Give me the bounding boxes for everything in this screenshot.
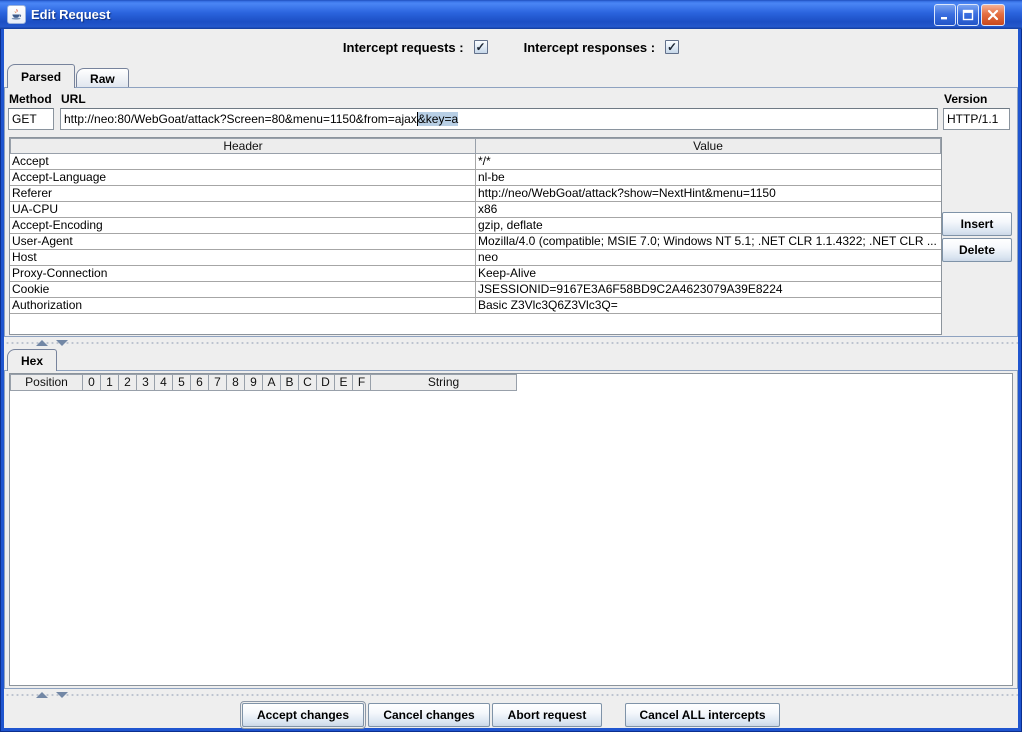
hex-col[interactable]: F	[352, 374, 371, 391]
header-value-cell[interactable]: nl-be	[476, 170, 941, 185]
hex-col[interactable]: E	[334, 374, 353, 391]
table-row[interactable]: UA-CPU x86	[10, 202, 941, 218]
header-name-cell[interactable]: Authorization	[10, 298, 476, 313]
intercept-responses-label: Intercept responses :	[524, 40, 656, 55]
header-name-cell[interactable]: Cookie	[10, 282, 476, 297]
hex-col-position[interactable]: Position	[10, 374, 83, 391]
collapse-down-icon[interactable]	[56, 340, 68, 346]
header-name-cell[interactable]: Referer	[10, 186, 476, 201]
table-row[interactable]: Accept-Language nl-be	[10, 170, 941, 186]
header-name-cell[interactable]: Accept-Language	[10, 170, 476, 185]
hex-col[interactable]: 3	[136, 374, 155, 391]
insert-button[interactable]: Insert	[942, 212, 1012, 236]
cancel-all-intercepts-button[interactable]: Cancel ALL intercepts	[625, 703, 780, 727]
edit-request-window: Edit Request Intercept requests : ✓ Inte…	[0, 0, 1022, 732]
request-view-tabs: Parsed Raw	[7, 64, 130, 88]
url-label: URL	[61, 92, 86, 106]
hex-col[interactable]: 7	[208, 374, 227, 391]
hex-col[interactable]: 1	[100, 374, 119, 391]
checkmark-icon: ✓	[667, 41, 677, 53]
headers-table: Header Value Accept */* Accept-Language …	[9, 137, 942, 335]
header-name-cell[interactable]: Accept-Encoding	[10, 218, 476, 233]
hex-col[interactable]: 5	[172, 374, 191, 391]
table-row[interactable]: User-Agent Mozilla/4.0 (compatible; MSIE…	[10, 234, 941, 250]
table-row[interactable]: Host neo	[10, 250, 941, 266]
dialog-content: Intercept requests : ✓ Intercept respons…	[4, 29, 1018, 728]
hex-col[interactable]: C	[298, 374, 317, 391]
hex-col[interactable]: 4	[154, 374, 173, 391]
table-row[interactable]: Authorization Basic Z3Vlc3Q6Z3Vlc3Q=	[10, 298, 941, 314]
table-row[interactable]: Cookie JSESSIONID=9167E3A6F58BD9C2A46230…	[10, 282, 941, 298]
version-field[interactable]: HTTP/1.1	[943, 108, 1010, 130]
method-label: Method	[9, 92, 52, 106]
intercept-responses-checkbox[interactable]: ✓	[665, 40, 679, 54]
header-value-cell[interactable]: gzip, deflate	[476, 218, 941, 233]
hex-col[interactable]: 0	[82, 374, 101, 391]
header-name-cell[interactable]: UA-CPU	[10, 202, 476, 217]
url-field[interactable]: http://neo:80/WebGoat/attack?Screen=80&m…	[60, 108, 938, 130]
header-value-cell[interactable]: Mozilla/4.0 (compatible; MSIE 7.0; Windo…	[476, 234, 941, 249]
java-coffee-icon	[7, 5, 26, 24]
accept-changes-button[interactable]: Accept changes	[242, 703, 364, 727]
collapse-down-icon[interactable]	[56, 692, 68, 698]
header-name-cell[interactable]: User-Agent	[10, 234, 476, 249]
tab-hex[interactable]: Hex	[7, 349, 57, 371]
header-name-cell[interactable]: Proxy-Connection	[10, 266, 476, 281]
abort-request-button[interactable]: Abort request	[492, 703, 602, 727]
hex-col[interactable]: 9	[244, 374, 263, 391]
hex-col[interactable]: B	[280, 374, 299, 391]
close-button[interactable]	[981, 4, 1005, 26]
version-label: Version	[944, 92, 987, 106]
hex-col[interactable]: 2	[118, 374, 137, 391]
hex-col-string[interactable]: String	[370, 374, 517, 391]
header-value-cell[interactable]: */*	[476, 154, 941, 169]
header-name-cell[interactable]: Accept	[10, 154, 476, 169]
column-header-header[interactable]: Header	[10, 138, 476, 154]
method-value: GET	[12, 112, 37, 126]
tab-raw[interactable]: Raw	[76, 68, 129, 88]
window-title: Edit Request	[31, 0, 110, 29]
hex-panel: Position 0 1 2 3 4 5 6 7 8 9 A B C D E F	[4, 370, 1018, 689]
checkmark-icon: ✓	[476, 41, 486, 53]
intercept-requests-label: Intercept requests :	[343, 40, 464, 55]
table-row[interactable]: Accept */*	[10, 154, 941, 170]
content-view-tabs: Hex	[7, 349, 58, 371]
titlebar[interactable]: Edit Request	[0, 0, 1022, 29]
table-row[interactable]: Accept-Encoding gzip, deflate	[10, 218, 941, 234]
split-divider[interactable]	[4, 337, 1018, 349]
split-divider[interactable]	[4, 689, 1018, 701]
table-row[interactable]: Referer http://neo/WebGoat/attack?show=N…	[10, 186, 941, 202]
cancel-changes-button[interactable]: Cancel changes	[368, 703, 490, 727]
collapse-up-icon[interactable]	[36, 692, 48, 698]
method-field[interactable]: GET	[8, 108, 54, 130]
hex-table-header: Position 0 1 2 3 4 5 6 7 8 9 A B C D E F	[10, 374, 1012, 391]
tab-parsed[interactable]: Parsed	[7, 64, 75, 88]
intercept-requests-checkbox[interactable]: ✓	[474, 40, 488, 54]
minimize-button[interactable]	[934, 4, 956, 26]
header-value-cell[interactable]: Basic Z3Vlc3Q6Z3Vlc3Q=	[476, 298, 941, 313]
hex-col[interactable]: D	[316, 374, 335, 391]
maximize-button[interactable]	[957, 4, 979, 26]
url-selected-text: &key=a	[417, 112, 458, 126]
header-value-cell[interactable]: JSESSIONID=9167E3A6F58BD9C2A4623079A39E8…	[476, 282, 941, 297]
header-value-cell[interactable]: Keep-Alive	[476, 266, 941, 281]
intercept-options-row: Intercept requests : ✓ Intercept respons…	[4, 33, 1018, 61]
hex-col[interactable]: 8	[226, 374, 245, 391]
version-value: HTTP/1.1	[947, 112, 998, 126]
hex-col[interactable]: 6	[190, 374, 209, 391]
url-text: http://neo:80/WebGoat/attack?Screen=80&m…	[64, 112, 417, 126]
header-value-cell[interactable]: x86	[476, 202, 941, 217]
headers-table-header: Header Value	[10, 138, 941, 154]
collapse-up-icon[interactable]	[36, 340, 48, 346]
delete-button[interactable]: Delete	[942, 238, 1012, 262]
header-name-cell[interactable]: Host	[10, 250, 476, 265]
column-header-value[interactable]: Value	[475, 138, 941, 154]
parsed-panel: Method URL Version GET http://neo:80/Web…	[4, 87, 1018, 337]
header-value-cell[interactable]: http://neo/WebGoat/attack?show=NextHint&…	[476, 186, 941, 201]
hex-col[interactable]: A	[262, 374, 281, 391]
table-row[interactable]: Proxy-Connection Keep-Alive	[10, 266, 941, 282]
header-value-cell[interactable]: neo	[476, 250, 941, 265]
hex-table: Position 0 1 2 3 4 5 6 7 8 9 A B C D E F	[9, 373, 1013, 686]
action-button-row: Accept changes Cancel changes Abort requ…	[4, 701, 1018, 728]
